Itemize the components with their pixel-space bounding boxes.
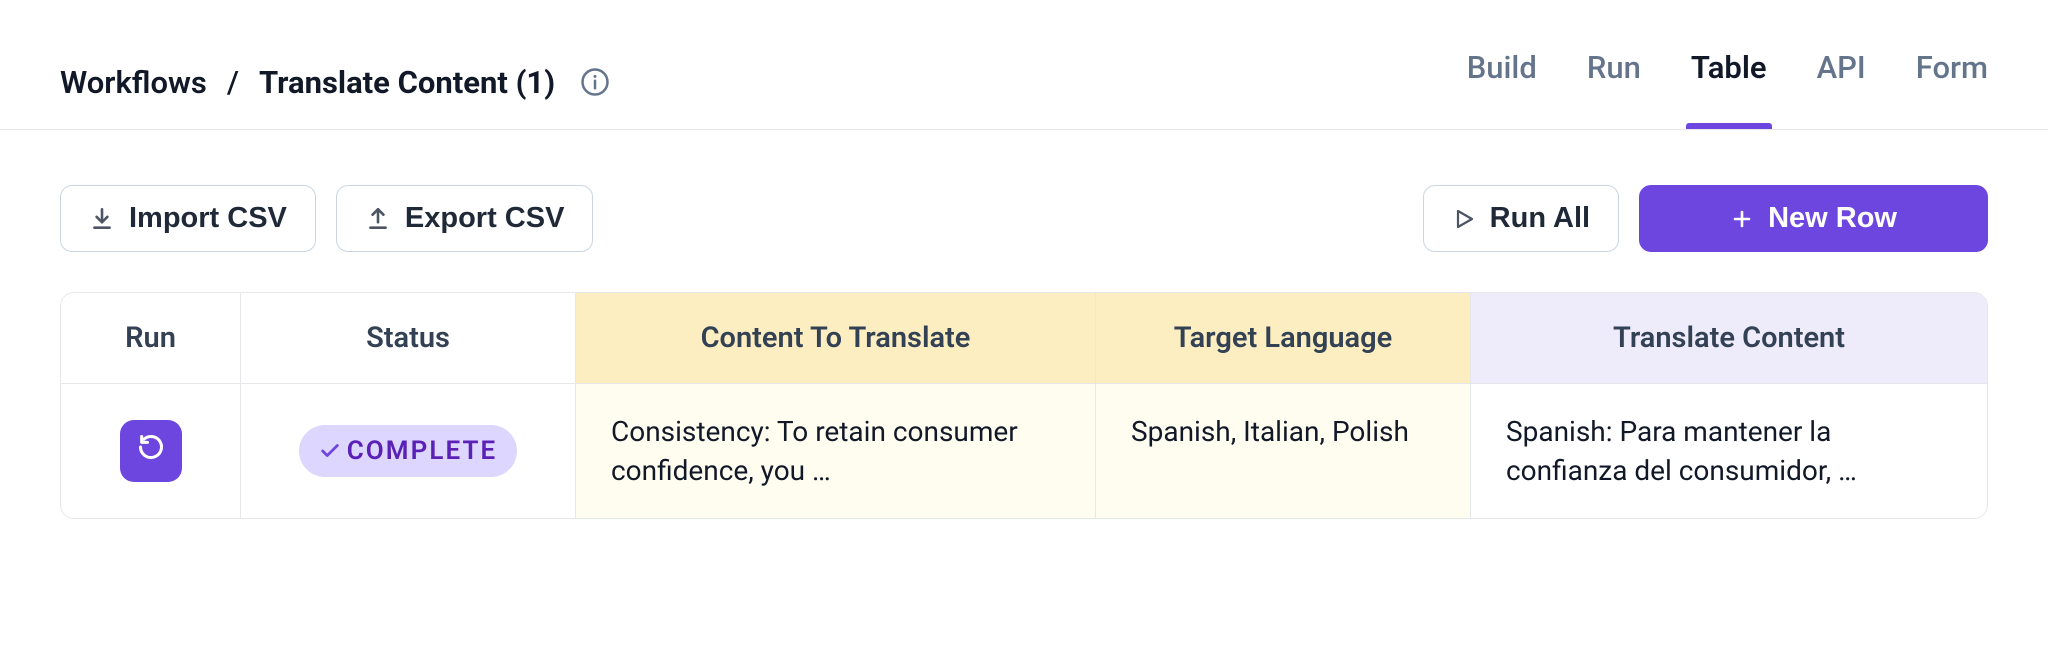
breadcrumb: Workflows / Translate Content (1): [60, 64, 610, 101]
tab-run[interactable]: Run: [1587, 35, 1641, 129]
breadcrumb-root[interactable]: Workflows: [60, 64, 207, 101]
rerun-icon: [137, 432, 165, 471]
tab-build[interactable]: Build: [1467, 35, 1537, 129]
upload-icon: [365, 206, 391, 232]
toolbar: Import CSV Export CSV Run All: [0, 130, 2048, 252]
cell-content[interactable]: Consistency: To retain consumer confiden…: [576, 384, 1096, 518]
cell-translate[interactable]: Spanish: Para mantener la confianza del …: [1471, 384, 1987, 518]
tab-api[interactable]: API: [1817, 35, 1866, 129]
run-all-button[interactable]: Run All: [1423, 185, 1619, 252]
run-all-label: Run All: [1490, 202, 1590, 235]
table-header-row: Run Status Content To Translate Target L…: [61, 293, 1987, 384]
import-csv-button[interactable]: Import CSV: [60, 185, 316, 252]
table-wrap: Run Status Content To Translate Target L…: [0, 252, 2048, 519]
tab-table[interactable]: Table: [1691, 35, 1767, 129]
status-badge: COMPLETE: [299, 425, 518, 477]
import-csv-label: Import CSV: [129, 202, 287, 235]
check-icon: [319, 440, 341, 462]
col-header-status[interactable]: Status: [241, 293, 576, 384]
plus-icon: [1730, 207, 1754, 231]
download-icon: [89, 206, 115, 232]
new-row-label: New Row: [1768, 202, 1897, 235]
info-icon[interactable]: [580, 67, 610, 97]
breadcrumb-current[interactable]: Translate Content (1): [259, 64, 555, 101]
col-header-run[interactable]: Run: [61, 293, 241, 384]
breadcrumb-separator: /: [227, 64, 239, 101]
play-icon: [1452, 207, 1476, 231]
col-header-content[interactable]: Content To Translate: [576, 293, 1096, 384]
col-header-language[interactable]: Target Language: [1096, 293, 1471, 384]
export-csv-button[interactable]: Export CSV: [336, 185, 594, 252]
page-header: Workflows / Translate Content (1) Build …: [0, 0, 2048, 130]
data-table: Run Status Content To Translate Target L…: [60, 292, 1988, 519]
tabs: Build Run Table API Form: [1467, 35, 1988, 129]
export-csv-label: Export CSV: [405, 202, 565, 235]
col-header-translate[interactable]: Translate Content: [1471, 293, 1987, 384]
tab-form[interactable]: Form: [1916, 35, 1988, 129]
run-row-button[interactable]: [120, 420, 182, 482]
toolbar-right: Run All New Row: [1423, 185, 1988, 252]
status-label: COMPLETE: [347, 433, 498, 469]
cell-run: [61, 384, 241, 518]
table-row: COMPLETE Consistency: To retain consumer…: [61, 384, 1987, 518]
new-row-button[interactable]: New Row: [1639, 185, 1988, 252]
toolbar-left: Import CSV Export CSV: [60, 185, 593, 252]
cell-status: COMPLETE: [241, 384, 576, 518]
cell-language[interactable]: Spanish, Italian, Polish: [1096, 384, 1471, 518]
